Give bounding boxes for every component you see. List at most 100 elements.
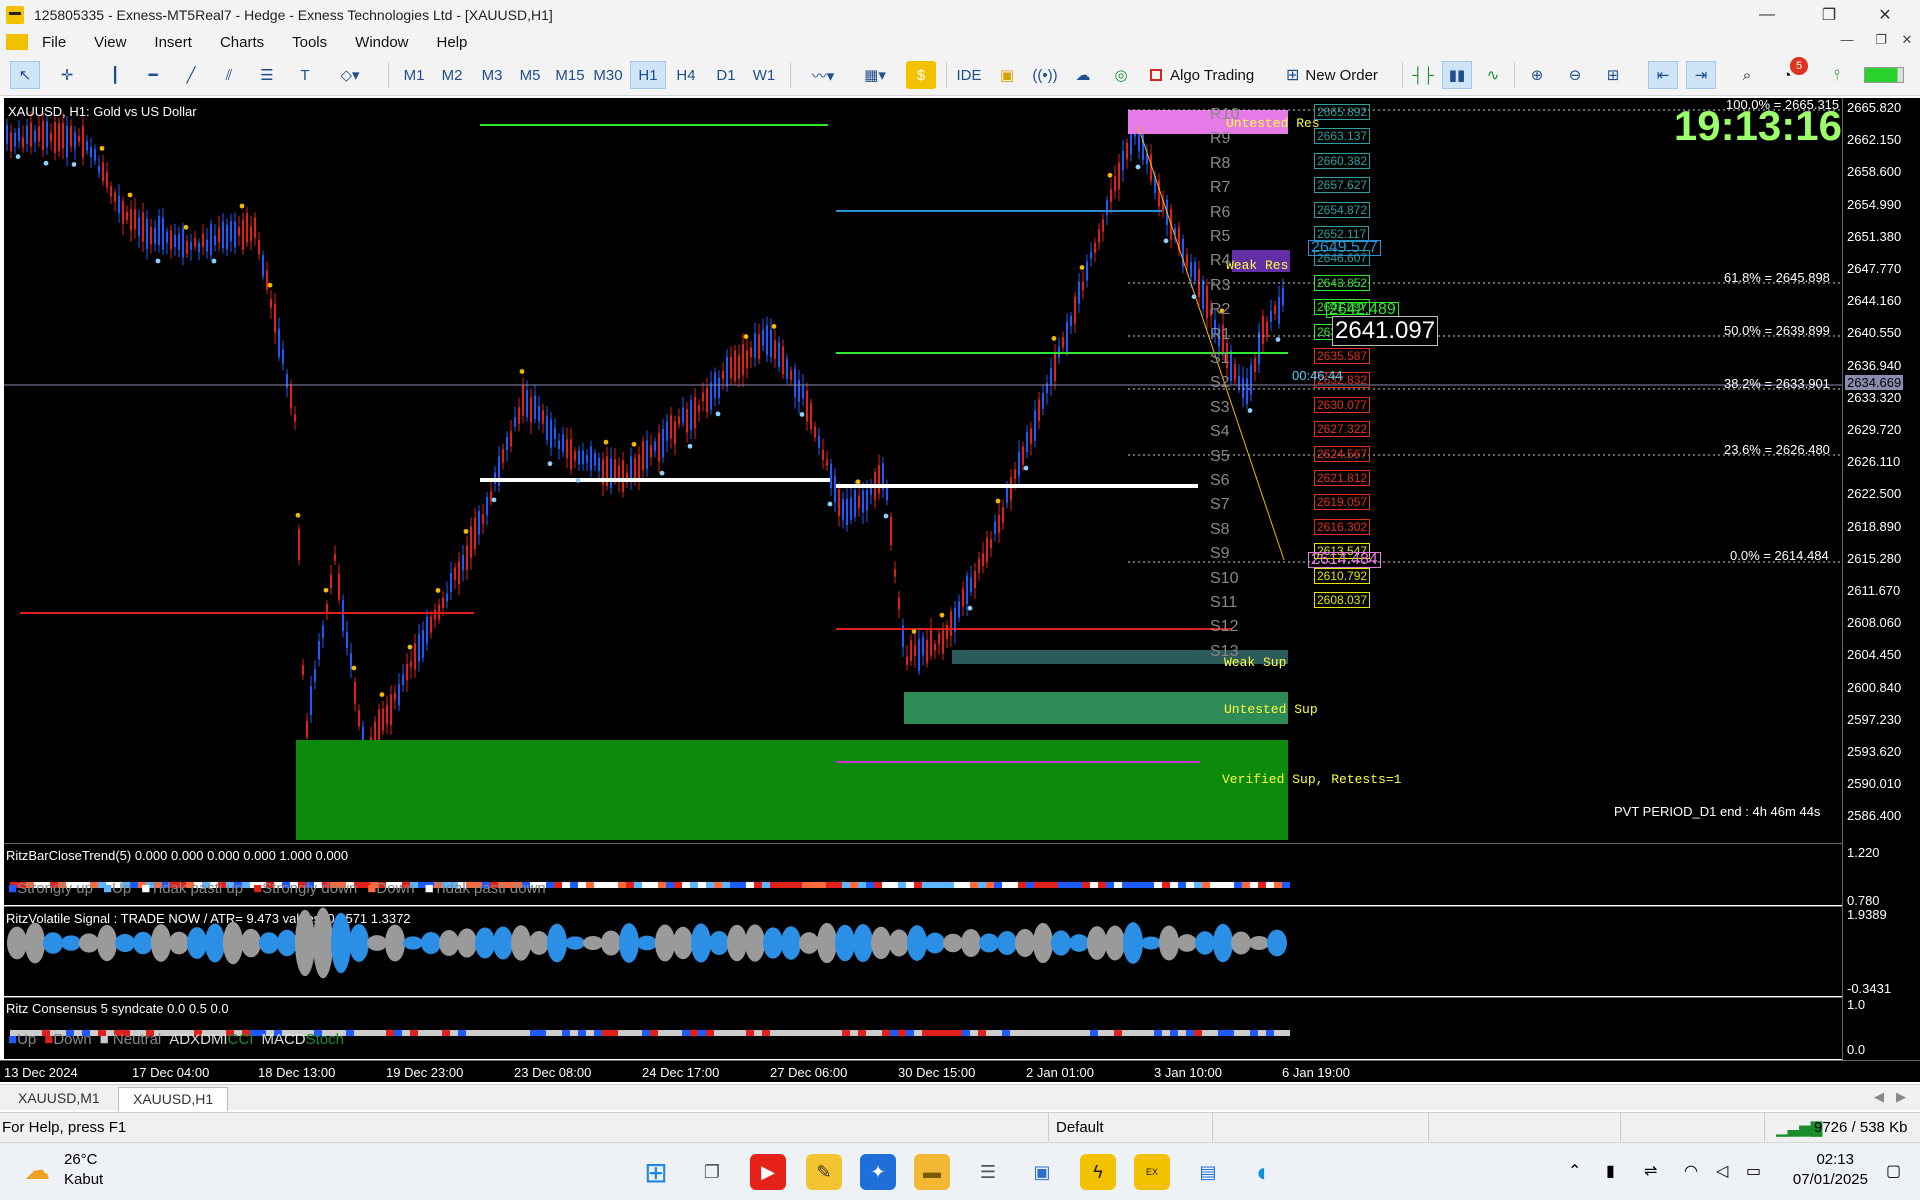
tf-h4-button[interactable]: H4 [670, 61, 702, 89]
market-bag-icon[interactable]: ▣ [992, 61, 1022, 89]
cursor-tool-icon[interactable]: ↖ [10, 61, 40, 89]
trendline-icon[interactable]: ╱ [176, 61, 206, 89]
strip-segment [794, 1030, 802, 1036]
ide-button[interactable]: IDE [952, 61, 986, 89]
zoom-in-icon[interactable]: ⊕ [1522, 61, 1552, 89]
vps-cloud-icon[interactable]: ☁ [1068, 61, 1098, 89]
chart-menu-icon[interactable] [6, 34, 28, 50]
tf-d1-button[interactable]: D1 [710, 61, 742, 89]
tf-w1-button[interactable]: W1 [748, 61, 780, 89]
menu-tools[interactable]: Tools [278, 34, 341, 51]
signals-icon[interactable]: ((•)) [1030, 61, 1060, 89]
notepad-icon[interactable]: ▤ [1190, 1154, 1226, 1190]
trend-indicator-title: RitzBarCloseTrend(5) 0.000 0.000 0.000 0… [6, 848, 349, 863]
weather-temp[interactable]: 26°C [64, 1151, 98, 1168]
candles-icon[interactable]: ▮▮ [1442, 61, 1472, 89]
weather-desc[interactable]: Kabut [64, 1171, 103, 1188]
tab-xauusd-h1[interactable]: XAUUSD,H1 [118, 1087, 229, 1111]
fibonacci-icon[interactable]: ☰ [252, 61, 282, 89]
tf-m1-button[interactable]: M1 [398, 61, 430, 89]
tray-chevron-icon[interactable]: ⌃ [1568, 1161, 1581, 1181]
strip-segment [842, 882, 850, 888]
menu-file[interactable]: File [28, 34, 80, 51]
mdi-restore-icon[interactable]: ❐ [1868, 32, 1894, 48]
menu-insert[interactable]: Insert [140, 34, 206, 51]
tf-m5-button[interactable]: M5 [514, 61, 546, 89]
menu-help[interactable]: Help [423, 34, 482, 51]
shapes-dropdown-icon[interactable]: ◇▾ [328, 61, 372, 89]
status-profile[interactable]: Default [1056, 1119, 1104, 1136]
tab-xauusd-m1[interactable]: XAUUSD,M1 [4, 1087, 114, 1111]
strip-segment [770, 882, 778, 888]
time-axis[interactable]: 13 Dec 2024 17 Dec 04:00 18 Dec 13:00 19… [0, 1060, 1920, 1082]
bar-chart-icon[interactable]: ┤├ [1408, 61, 1438, 89]
close-button[interactable]: ✕ [1862, 0, 1908, 30]
community-icon[interactable]: ◎ [1106, 61, 1136, 89]
exness-icon[interactable]: EX [1134, 1154, 1170, 1190]
tab-scroll-left-icon[interactable]: ◀ [1874, 1089, 1884, 1105]
tf-m2-button[interactable]: M2 [436, 61, 468, 89]
price-chart[interactable]: XAUUSD, H1: Gold vs US Dollar 19:13:16 U… [4, 98, 1842, 843]
horizontal-line-icon[interactable]: ━ [138, 61, 168, 89]
battery-icon[interactable]: ▭ [1746, 1161, 1761, 1181]
consensus-indicator-window[interactable]: Ritz Consensus 5 syndcate 0.0 0.5 0.0 ■U… [4, 997, 1842, 1059]
task-view-icon[interactable]: ❐ [694, 1154, 730, 1190]
strip-segment [1218, 882, 1226, 888]
notification-center-icon[interactable]: ▢ [1886, 1161, 1901, 1181]
tray-app-icon[interactable]: ▮ [1606, 1161, 1615, 1181]
vertical-line-icon[interactable]: ┃ [100, 61, 130, 89]
teams-icon[interactable]: ✦ [860, 1154, 896, 1190]
strip-segment [658, 1030, 666, 1036]
signal-strength-icon[interactable]: ⫯ [1822, 61, 1852, 89]
pivot-level-name: R3 [1210, 276, 1231, 294]
mdi-close-icon[interactable]: ✕ [1894, 32, 1920, 48]
sticky-notes-icon[interactable]: ✎ [806, 1154, 842, 1190]
weather-icon[interactable]: ☁ [24, 1155, 50, 1186]
clock-date[interactable]: 07/01/2025 [1784, 1171, 1868, 1188]
algo-trading-button[interactable]: Algo Trading [1150, 61, 1270, 89]
indicators-dropdown-icon[interactable]: 〰▾ [800, 61, 846, 89]
chart-shift-icon[interactable]: ⇥ [1686, 61, 1716, 89]
start-icon[interactable]: ⊞ [638, 1154, 674, 1190]
wifi-icon[interactable]: ◠ [1684, 1161, 1698, 1181]
chart-type-dropdown-icon[interactable]: ▦▾ [852, 61, 898, 89]
clock-time[interactable]: 02:13 [1784, 1151, 1854, 1168]
text-tool-icon[interactable]: T [290, 61, 320, 89]
strip-segment [874, 882, 882, 888]
channel-icon[interactable]: ⫽ [214, 61, 244, 89]
restore-button[interactable]: ❐ [1806, 0, 1852, 30]
price-tick-label: 2665.820 [1847, 100, 1902, 115]
volatile-indicator-window[interactable]: RitzVolatile Signal : TRADE NOW / ATR= 9… [4, 906, 1842, 996]
edge-browser-icon[interactable]: ◐ [1246, 1154, 1282, 1190]
tile-windows-icon[interactable]: ⊞ [1598, 61, 1628, 89]
new-order-button[interactable]: ⊞ New Order [1286, 61, 1396, 89]
tray-settings-icon[interactable]: ⇌ [1644, 1161, 1657, 1181]
network-app-icon[interactable]: ▣ [1024, 1154, 1060, 1190]
strip-segment [930, 1030, 938, 1036]
price-axis[interactable]: 2665.820 2662.150 2658.600 2654.990 2651.380… [1842, 98, 1920, 1078]
menu-charts[interactable]: Charts [206, 34, 278, 51]
menu-window[interactable]: Window [341, 34, 422, 51]
tab-scroll-right-icon[interactable]: ▶ [1896, 1089, 1906, 1105]
tf-m15-button[interactable]: M15 [552, 61, 588, 89]
mdi-minimize-icon[interactable]: — [1834, 32, 1860, 47]
metatrader-icon[interactable]: ϟ [1080, 1154, 1116, 1190]
tf-m30-button[interactable]: M30 [590, 61, 626, 89]
pvt-period-text: PVT PERIOD_D1 end : 4h 46m 44s [1614, 804, 1821, 819]
app-stack-icon[interactable]: ☰ [970, 1154, 1006, 1190]
minimize-button[interactable]: — [1744, 0, 1790, 30]
menu-view[interactable]: View [80, 34, 140, 51]
zoom-out-icon[interactable]: ⊖ [1560, 61, 1590, 89]
notifications-icon[interactable]: ◔ 5 [1772, 57, 1808, 89]
search-icon[interactable]: ⌕ [1732, 61, 1762, 89]
line-chart-icon[interactable]: ∿ [1478, 61, 1508, 89]
tf-h1-button[interactable]: H1 [630, 61, 666, 89]
crosshair-tool-icon[interactable]: ✛ [52, 61, 82, 89]
autoscroll-icon[interactable]: ⇤ [1648, 61, 1678, 89]
trend-indicator-window[interactable]: RitzBarCloseTrend(5) 0.000 0.000 0.000 0… [4, 843, 1842, 905]
tf-m3-button[interactable]: M3 [476, 61, 508, 89]
volume-icon[interactable]: ◁ [1716, 1161, 1728, 1181]
file-explorer-icon[interactable]: ▬ [914, 1154, 950, 1190]
dollar-icon[interactable]: $ [906, 61, 936, 89]
youtube-icon[interactable]: ▶ [750, 1154, 786, 1190]
